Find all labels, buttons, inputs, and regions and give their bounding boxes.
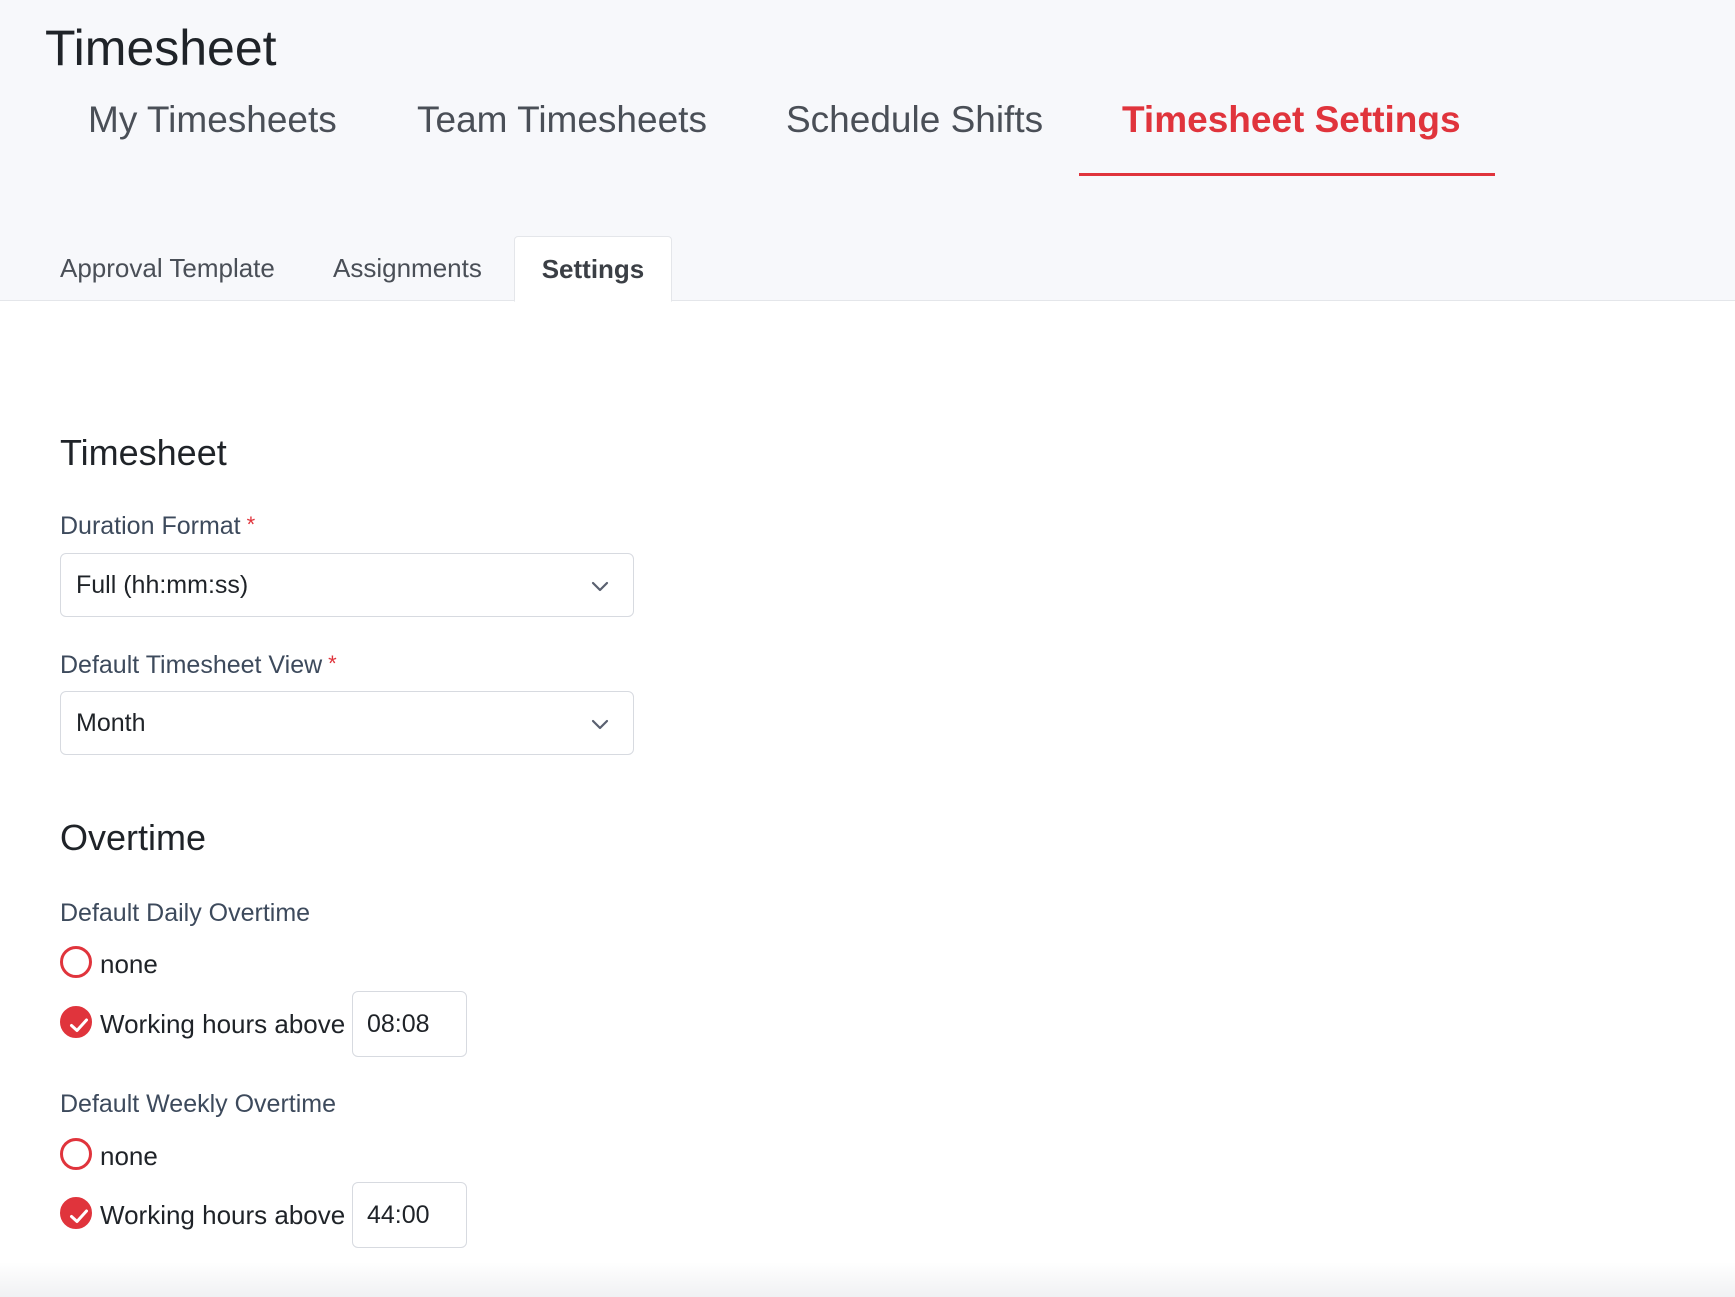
- daily-overtime-hours-input[interactable]: [352, 991, 467, 1057]
- weekly-overtime-label: Default Weekly Overtime: [60, 1090, 337, 1118]
- daily-overtime-label: Default Daily Overtime: [60, 899, 311, 927]
- default-view-select[interactable]: Month: [60, 691, 634, 755]
- required-mark: *: [328, 651, 337, 676]
- tab-my-timesheets[interactable]: My Timesheets: [88, 98, 337, 142]
- weekly-overtime-hours-input[interactable]: [352, 1182, 467, 1248]
- subtab-approval-template[interactable]: Approval Template: [60, 236, 275, 300]
- subtab-settings[interactable]: Settings: [514, 236, 672, 302]
- active-tab-indicator: [1079, 173, 1495, 176]
- duration-format-value: Full (hh:mm:ss): [76, 571, 249, 599]
- tab-team-timesheets[interactable]: Team Timesheets: [417, 98, 707, 142]
- tab-schedule-shifts[interactable]: Schedule Shifts: [786, 98, 1043, 142]
- radio-checked-icon: [60, 1197, 92, 1229]
- duration-format-label-text: Duration Format: [60, 512, 241, 540]
- duration-format-select[interactable]: Full (hh:mm:ss): [60, 553, 634, 617]
- main-tabs: My Timesheets Team Timesheets Schedule S…: [0, 90, 1735, 180]
- default-view-label: Default Timesheet View *: [60, 651, 337, 680]
- tab-timesheet-settings[interactable]: Timesheet Settings: [1122, 98, 1461, 142]
- default-view-label-text: Default Timesheet View: [60, 651, 323, 679]
- footer-shadow: [0, 1262, 1735, 1297]
- radio-unchecked-icon: [60, 946, 92, 978]
- radio-label: Working hours above: [100, 1009, 346, 1039]
- default-view-value: Month: [76, 709, 146, 737]
- duration-format-label: Duration Format *: [60, 512, 255, 541]
- section-heading-timesheet: Timesheet: [60, 432, 227, 473]
- page-title: Timesheet: [45, 20, 277, 76]
- radio-unchecked-icon: [60, 1138, 92, 1170]
- chevron-down-icon: [591, 581, 609, 592]
- header: Timesheet My Timesheets Team Timesheets …: [0, 0, 1735, 302]
- required-mark: *: [246, 512, 256, 537]
- sub-tabs: Approval Template Assignments Settings: [0, 236, 1735, 302]
- radio-label: none: [100, 949, 158, 979]
- chevron-down-icon: [591, 719, 609, 730]
- radio-checked-icon: [60, 1006, 92, 1038]
- radio-label: Working hours above: [100, 1200, 346, 1230]
- radio-label: none: [100, 1141, 158, 1171]
- subtab-assignments[interactable]: Assignments: [333, 236, 482, 300]
- section-heading-overtime: Overtime: [60, 817, 207, 858]
